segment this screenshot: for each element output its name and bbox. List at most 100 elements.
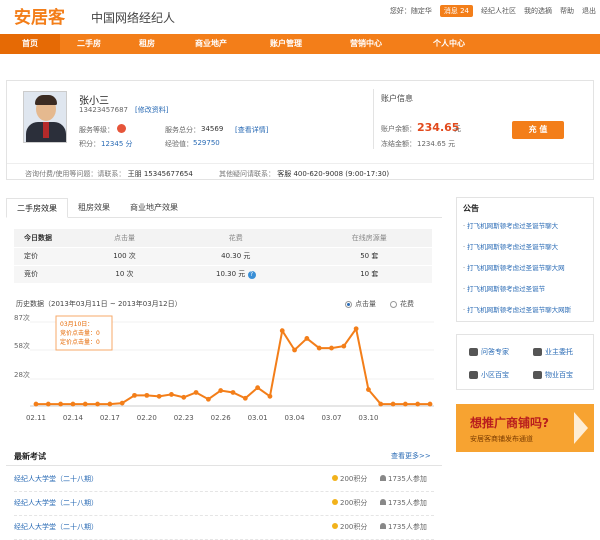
data-point bbox=[144, 392, 150, 398]
tab-rent[interactable]: 租房效果 bbox=[68, 198, 120, 218]
exam-points: 200积分 bbox=[332, 474, 367, 484]
history-chart: 87次 58次 28次 02.11 02.14 02.17 02.20 02.23 02.26 0… bbox=[14, 313, 434, 422]
main-nav: 首页 二手房 租房 商业地产 账户管理 营销中心 个人中心 bbox=[0, 34, 600, 54]
messages-badge[interactable]: 消息 24 bbox=[439, 5, 473, 17]
x-tick-label: 02.23 bbox=[174, 414, 194, 422]
ad-subline: 安居客商铺发布通道 bbox=[470, 435, 533, 443]
exp-value: 529750 bbox=[193, 139, 220, 147]
exam-count: 1735人参加 bbox=[380, 522, 427, 532]
header: 安居客 中国网络经纪人 您好：随定华 消息 24 经纪人社区 我的选摘 帮助 退… bbox=[0, 0, 600, 30]
points-label: 积分： bbox=[79, 140, 100, 148]
recharge-button[interactable]: 充 值 bbox=[512, 121, 564, 139]
table-header-row: 今日数据 点击量 花费 在线房源量 bbox=[14, 229, 432, 248]
tab-second-hand[interactable]: 二手房效果 bbox=[6, 198, 68, 218]
support-phone: 15345677654 bbox=[143, 170, 193, 178]
radio-cost[interactable] bbox=[390, 300, 397, 308]
radio-clicks[interactable] bbox=[345, 300, 352, 308]
top-bar: 您好：随定华 消息 24 经纪人社区 我的选摘 帮助 退出 bbox=[382, 5, 596, 17]
notice-item[interactable]: 打飞机网斯顿考虑过圣诞节聊大 bbox=[463, 220, 591, 230]
logout-link[interactable]: 退出 bbox=[582, 6, 596, 16]
site-logo[interactable]: 安居客 bbox=[14, 3, 65, 28]
exams-more-link[interactable]: 查看更多>> bbox=[391, 451, 431, 461]
person-icon bbox=[380, 499, 386, 505]
cost-value: 10.30 元 bbox=[216, 270, 246, 278]
data-point bbox=[230, 390, 236, 395]
ad-headline: 想推广商铺吗? bbox=[470, 416, 549, 430]
exam-title-link[interactable]: 经纪人大学堂（二十八期） bbox=[14, 522, 98, 532]
tool-property[interactable]: 物业百宝 bbox=[533, 370, 573, 380]
notice-item[interactable]: 打飞机网斯顿考虑过圣诞节 bbox=[463, 283, 591, 293]
service-level-label: 服务等级： bbox=[79, 126, 114, 134]
notice-item[interactable]: 打飞机网斯顿考虑过圣诞节聊大网斯 bbox=[463, 304, 591, 314]
coin-icon bbox=[332, 475, 338, 481]
data-point bbox=[242, 395, 248, 401]
x-tick-label: 03.04 bbox=[285, 414, 306, 422]
community-link[interactable]: 经纪人社区 bbox=[481, 6, 516, 16]
x-tick-label: 02.11 bbox=[26, 414, 46, 422]
nav-home[interactable]: 首页 bbox=[0, 34, 60, 54]
tool-label: 问答专家 bbox=[481, 348, 509, 356]
edit-profile-link[interactable]: [修改资料] bbox=[135, 105, 168, 115]
avatar bbox=[23, 91, 67, 143]
nav-commercial[interactable]: 商业地产 bbox=[176, 34, 246, 54]
other-label: 其他疑问请联系： bbox=[219, 170, 275, 178]
my-links-menu[interactable]: 我的选摘 bbox=[524, 6, 552, 16]
data-point bbox=[193, 390, 199, 395]
view-detail-link[interactable]: [查看详情] bbox=[235, 125, 268, 135]
data-point bbox=[45, 401, 51, 407]
tool-qa-expert[interactable]: 问答专家 bbox=[469, 347, 509, 357]
frozen-label: 冻结金额： bbox=[381, 140, 416, 148]
nav-second-hand[interactable]: 二手房 bbox=[60, 34, 118, 54]
divider bbox=[373, 89, 374, 149]
table-cell: 10 套 bbox=[306, 265, 432, 284]
x-tick-label: 02.14 bbox=[63, 414, 84, 422]
nav-marketing[interactable]: 营销中心 bbox=[326, 34, 406, 54]
tab-commercial[interactable]: 商业地产效果 bbox=[120, 198, 188, 218]
help-link[interactable]: 帮助 bbox=[560, 6, 574, 16]
table-header: 花费 bbox=[164, 229, 307, 248]
nav-account[interactable]: 账户管理 bbox=[246, 34, 326, 54]
data-point bbox=[119, 400, 125, 406]
tooltip-text: 定价点击量：0 bbox=[60, 338, 100, 346]
data-point bbox=[316, 345, 322, 351]
data-point bbox=[427, 401, 433, 407]
exam-count-value: 1735人参加 bbox=[388, 523, 427, 531]
help-icon[interactable]: ? bbox=[247, 271, 256, 279]
balance-label: 账户余额： bbox=[381, 125, 416, 133]
tool-community[interactable]: 小区百宝 bbox=[469, 370, 509, 380]
house-icon bbox=[533, 371, 542, 379]
exam-row: 经纪人大学堂（二十八期） 200积分 1735人参加 bbox=[14, 468, 434, 492]
table-cell: 竞价 bbox=[14, 265, 84, 284]
y-tick-label: 58次 bbox=[14, 341, 30, 350]
tool-label: 物业百宝 bbox=[545, 371, 573, 379]
data-point bbox=[107, 401, 113, 407]
data-point bbox=[132, 392, 137, 398]
exam-count: 1735人参加 bbox=[380, 498, 427, 508]
table-header: 点击量 bbox=[84, 229, 165, 248]
hat-icon bbox=[469, 348, 478, 356]
data-point bbox=[70, 401, 76, 407]
profile-card: 张小三 13423457687 [修改资料] 服务等级： 服务总分： 34569… bbox=[6, 80, 594, 180]
exams-divider bbox=[6, 465, 442, 466]
x-tick-label: 03.10 bbox=[358, 414, 378, 422]
notice-item[interactable]: 打飞机网斯顿考虑过圣诞节聊大网 bbox=[463, 262, 591, 272]
frozen-value: 1234.65 元 bbox=[417, 140, 456, 148]
nav-rent[interactable]: 租房 bbox=[118, 34, 176, 54]
tools-panel: 问答专家 业主委托 小区百宝 物业百宝 bbox=[456, 334, 594, 390]
table-header: 在线房源量 bbox=[306, 229, 432, 248]
tool-owner-entrust[interactable]: 业主委托 bbox=[533, 347, 573, 357]
nav-personal[interactable]: 个人中心 bbox=[406, 34, 492, 54]
notice-item[interactable]: 打飞机网斯顿考虑过圣诞节聊大 bbox=[463, 241, 591, 251]
exam-count: 1735人参加 bbox=[380, 474, 427, 484]
exam-points-value: 200积分 bbox=[340, 475, 368, 483]
shop-ad-banner[interactable]: 想推广商铺吗? 安居客商铺发布通道 bbox=[456, 404, 594, 452]
legend-clicks: 点击量 bbox=[355, 300, 376, 308]
y-tick-label: 87次 bbox=[14, 313, 30, 322]
exam-title-link[interactable]: 经纪人大学堂（二十八期） bbox=[14, 498, 98, 508]
data-point bbox=[329, 345, 334, 351]
exam-title-link[interactable]: 经纪人大学堂（二十八期） bbox=[14, 474, 98, 484]
people-icon bbox=[533, 348, 542, 356]
data-point bbox=[353, 326, 359, 332]
table-cell: 10 次 bbox=[84, 265, 165, 284]
data-point bbox=[279, 328, 285, 334]
